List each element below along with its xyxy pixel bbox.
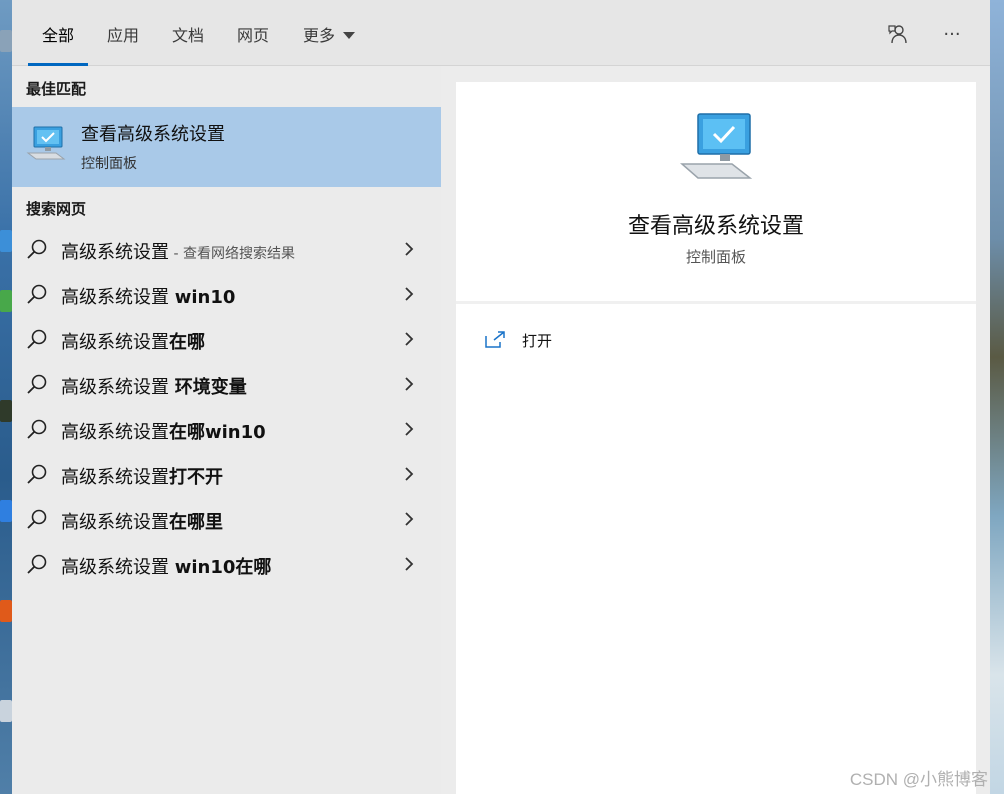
chevron-right-icon[interactable] [402, 421, 416, 437]
best-match-title: 查看高级系统设置 [81, 124, 225, 145]
search-suggestion-row[interactable]: 高级系统设置 环境变量 [12, 362, 441, 407]
feedback-person-icon [888, 25, 907, 44]
computer-settings-icon [680, 113, 753, 179]
search-suggestion-text: 高级系统设置在哪里 [61, 508, 223, 534]
search-icon [27, 239, 47, 259]
desktop-left-edge [0, 0, 12, 794]
search-suggestion-text: 高级系统设置 win10 [61, 283, 235, 309]
tab-documents[interactable]: 文档 [172, 22, 204, 66]
search-icon [27, 419, 47, 439]
detail-divider [456, 301, 976, 304]
suggestion-bold: 在哪win10 [169, 422, 266, 443]
search-icon [27, 374, 47, 394]
open-action[interactable]: 打开 [484, 328, 552, 352]
open-label: 打开 [522, 331, 553, 350]
search-suggestion-text: 高级系统设置打不开 [61, 463, 223, 489]
watermark: CSDN @小熊博客 [849, 770, 988, 789]
more-options-button[interactable]: ··· [938, 20, 966, 48]
search-suggestion-text: 高级系统设置 - 查看网络搜索结果 [61, 238, 295, 264]
suggestion-hint: - 查看网络搜索结果 [169, 246, 295, 262]
suggestion-base: 高级系统设置 [61, 467, 169, 488]
chevron-right-icon[interactable] [402, 331, 416, 347]
search-icon [27, 284, 47, 304]
chevron-right-icon[interactable] [402, 241, 416, 257]
search-icon [27, 464, 47, 484]
search-suggestion-row[interactable]: 高级系统设置打不开 [12, 452, 441, 497]
suggestion-base: 高级系统设置 [61, 377, 175, 398]
chevron-right-icon[interactable] [402, 466, 416, 482]
search-suggestion-row[interactable]: 高级系统设置 win10 [12, 272, 441, 317]
search-suggestion-text: 高级系统设置 win10在哪 [61, 553, 271, 579]
detail-pane: 查看高级系统设置 控制面板 打开 [456, 82, 976, 794]
chevron-right-icon[interactable] [402, 286, 416, 302]
tab-all[interactable]: 全部 [27, 22, 89, 66]
tab-more[interactable]: 更多 [303, 22, 356, 66]
search-suggestion-text: 高级系统设置 环境变量 [61, 373, 247, 399]
chevron-right-icon[interactable] [402, 556, 416, 572]
suggestion-base: 高级系统设置 [61, 557, 175, 578]
chevron-down-icon [343, 32, 356, 39]
search-suggestion-row[interactable]: 高级系统设置在哪 [12, 317, 441, 362]
best-match-heading: 最佳匹配 [26, 80, 87, 98]
suggestion-bold: 在哪 [169, 332, 205, 353]
tab-apps[interactable]: 应用 [107, 22, 139, 66]
suggestion-base: 高级系统设置 [61, 242, 169, 263]
suggestion-base: 高级系统设置 [61, 422, 169, 443]
search-suggestion-row[interactable]: 高级系统设置 - 查看网络搜索结果 [12, 227, 441, 272]
chevron-right-icon[interactable] [402, 511, 416, 527]
search-suggestion-row[interactable]: 高级系统设置 win10在哪 [12, 542, 441, 587]
feedback-button[interactable] [884, 20, 912, 48]
search-icon [27, 329, 47, 349]
detail-subtitle: 控制面板 [685, 248, 746, 266]
tab-web[interactable]: 网页 [237, 22, 269, 66]
suggestion-base: 高级系统设置 [61, 332, 169, 353]
web-search-heading: 搜索网页 [26, 200, 87, 218]
open-external-icon [485, 331, 505, 348]
suggestion-bold: win10在哪 [174, 557, 272, 578]
results-list: 最佳匹配 查看高级系统设置 控制面板 搜索网页 高级系统设置 - 查看网络搜索结… [12, 66, 441, 794]
ellipsis-icon: ··· [943, 23, 961, 45]
search-suggestion-text: 高级系统设置在哪 [61, 328, 205, 354]
chevron-right-icon[interactable] [402, 376, 416, 392]
search-suggestion-row[interactable]: 高级系统设置在哪win10 [12, 407, 441, 452]
computer-settings-icon [26, 126, 66, 160]
search-suggestion-text: 高级系统设置在哪win10 [61, 418, 266, 444]
search-suggestion-row[interactable]: 高级系统设置在哪里 [12, 497, 441, 542]
suggestion-bold: win10 [174, 287, 236, 308]
best-match-item[interactable]: 查看高级系统设置 控制面板 [12, 107, 441, 187]
search-panel: 全部 应用 文档 网页 更多 ··· 最佳匹配 查看高级系统设置 控制面板 搜索… [12, 0, 990, 794]
search-icon [27, 509, 47, 529]
suggestion-base: 高级系统设置 [61, 512, 169, 533]
best-match-subtitle: 控制面板 [81, 156, 137, 172]
suggestion-base: 高级系统设置 [61, 287, 175, 308]
search-tabs-bar: 全部 应用 文档 网页 更多 ··· [12, 0, 990, 66]
suggestion-bold: 在哪里 [169, 512, 223, 533]
search-icon [27, 554, 47, 574]
suggestion-bold: 环境变量 [174, 377, 247, 398]
suggestion-bold: 打不开 [169, 467, 223, 488]
detail-title: 查看高级系统设置 [627, 214, 804, 239]
